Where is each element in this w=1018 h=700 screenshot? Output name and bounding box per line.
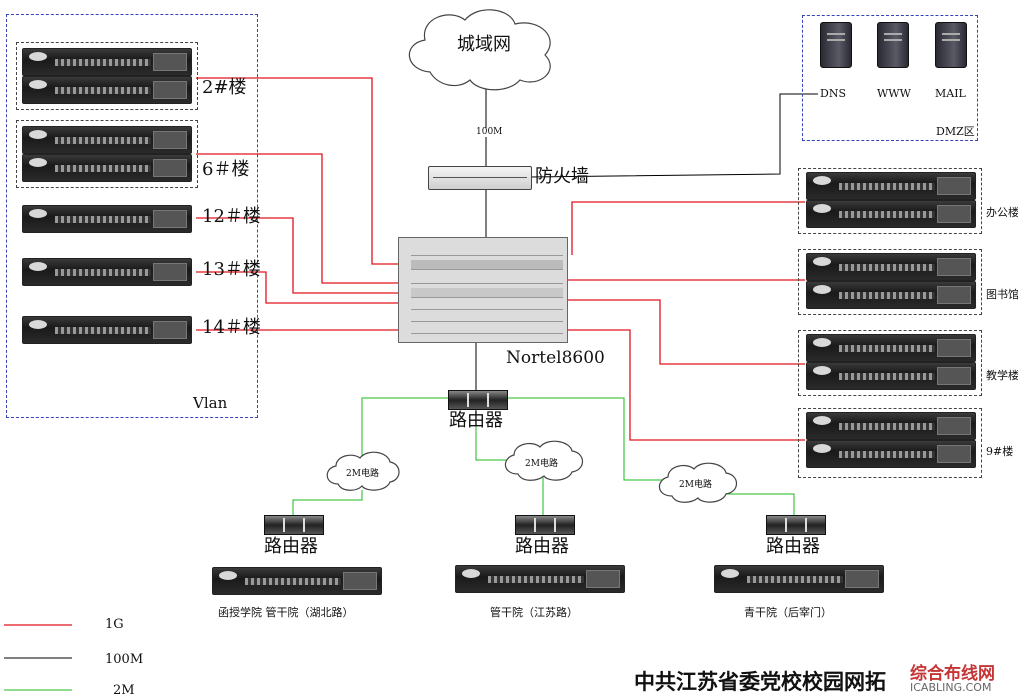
circuit-label: 2M电路 xyxy=(525,459,558,469)
switch-icon xyxy=(806,172,976,200)
office-building-label: 办公楼 xyxy=(986,206,1018,219)
building-12-label: 12＃楼 xyxy=(202,206,261,227)
dns-server-label: DNS xyxy=(820,87,846,100)
switch-icon xyxy=(806,200,976,228)
switch-icon xyxy=(22,126,192,154)
building-13-label: 13＃楼 xyxy=(202,259,261,280)
core-switch-chassis xyxy=(398,237,568,343)
dns-server-icon xyxy=(820,22,852,68)
core-router-device xyxy=(448,390,508,410)
branch-name: 青干院（后宰门） xyxy=(744,606,832,619)
diagram-title: 中共江苏省委党校校园网拓 xyxy=(634,670,886,694)
switch-icon xyxy=(806,334,976,362)
switch-icon xyxy=(22,258,192,286)
switch-icon xyxy=(806,281,976,309)
switch-icon xyxy=(22,316,192,344)
switch-icon xyxy=(212,567,382,595)
branch-router-label: 路由器 xyxy=(515,536,569,557)
wan-link-label: 100M xyxy=(476,127,503,137)
building-2-label: 2#楼 xyxy=(202,77,247,98)
core-switch-label: Nortel8600 xyxy=(506,348,605,368)
dmz-label: DMZ区 xyxy=(936,125,975,138)
mail-server-label: MAIL xyxy=(935,87,966,100)
watermark-url: ICABLING.COM xyxy=(910,681,992,694)
branch-router-label: 路由器 xyxy=(264,536,318,557)
branch-router-device xyxy=(515,515,575,535)
wan-label: 城域网 xyxy=(457,34,511,55)
switch-icon xyxy=(806,412,976,440)
library-label: 图书馆 xyxy=(986,288,1018,301)
switch-icon xyxy=(22,76,192,104)
switch-icon xyxy=(806,440,976,468)
switch-icon xyxy=(806,362,976,390)
vlan-label: Vlan xyxy=(193,394,228,412)
link-firewall-dmz xyxy=(529,93,818,178)
building-9-label: 9#楼 xyxy=(986,445,1014,458)
branch-name: 函授学院 管干院（湖北路） xyxy=(218,606,354,619)
legend-label-1g: 1G xyxy=(105,617,124,632)
www-server-icon xyxy=(877,22,909,68)
watermark-logo: 综合布线网 ICABLING.COM xyxy=(902,656,1016,696)
branch-router-device xyxy=(264,515,324,535)
firewall-label: 防火墙 xyxy=(535,166,589,187)
branch-name: 管干院（江苏路） xyxy=(490,606,578,619)
switch-icon xyxy=(806,253,976,281)
legend-label-100m: 100M xyxy=(105,652,144,667)
firewall-device xyxy=(428,166,532,190)
branch-router-device xyxy=(766,515,826,535)
switch-icon xyxy=(22,48,192,76)
building-14-label: 14＃楼 xyxy=(202,317,261,338)
switch-icon xyxy=(714,565,884,593)
www-server-label: WWW xyxy=(877,87,911,100)
mail-server-icon xyxy=(935,22,967,68)
teaching-building-label: 教学楼 xyxy=(986,369,1018,382)
circuit-label: 2M电路 xyxy=(346,469,379,479)
core-router-label: 路由器 xyxy=(449,410,503,431)
circuit-label: 2M电路 xyxy=(679,480,712,490)
switch-icon xyxy=(455,565,625,593)
switch-icon xyxy=(22,205,192,233)
legend-label-2m: 2M xyxy=(113,683,135,698)
building-6-label: 6＃楼 xyxy=(202,159,250,180)
switch-icon xyxy=(22,154,192,182)
branch-router-label: 路由器 xyxy=(766,536,820,557)
